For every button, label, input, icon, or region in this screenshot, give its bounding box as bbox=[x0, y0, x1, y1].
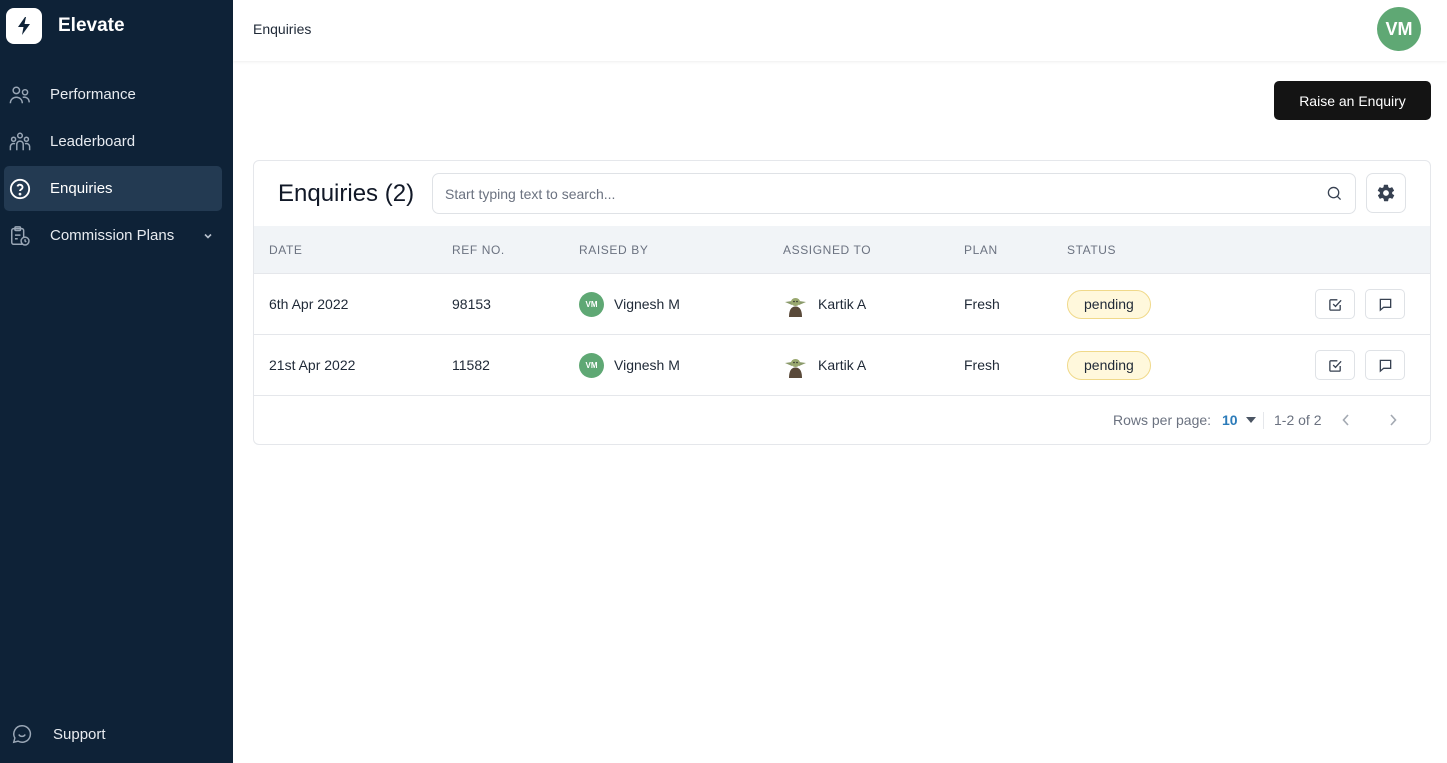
sidebar-item-performance[interactable]: Performance bbox=[4, 72, 222, 117]
sidebar-nav: Performance Leaderboard Enquiries Commis… bbox=[4, 72, 222, 260]
status-badge: pending bbox=[1067, 289, 1151, 319]
enquiries-card: Enquiries (2) DATE REF NO. RAISED BY ASS… bbox=[253, 160, 1431, 445]
raise-enquiry-button[interactable]: Raise an Enquiry bbox=[1274, 81, 1431, 120]
chevron-down-icon[interactable] bbox=[202, 229, 216, 243]
table-row[interactable]: 6th Apr 2022 98153 VM Vignesh M Kartik A… bbox=[254, 274, 1430, 335]
cell-raised-by: VM Vignesh M bbox=[579, 335, 680, 395]
column-header-raised-by[interactable]: RAISED BY bbox=[579, 243, 648, 257]
avatar: VM bbox=[579, 352, 604, 378]
comment-button[interactable] bbox=[1365, 350, 1405, 380]
cell-raised-by: VM Vignesh M bbox=[579, 274, 680, 334]
message-square-icon bbox=[1378, 358, 1393, 373]
column-header-status[interactable]: STATUS bbox=[1067, 243, 1116, 257]
cell-ref-no: 98153 bbox=[452, 296, 491, 312]
rows-per-page-select[interactable]: 10 bbox=[1222, 409, 1256, 431]
cell-ref-no: 11582 bbox=[452, 357, 490, 373]
table-row[interactable]: 21st Apr 2022 11582 VM Vignesh M Kartik … bbox=[254, 335, 1430, 396]
page-title: Enquiries bbox=[253, 21, 312, 37]
prev-page-button[interactable] bbox=[1335, 409, 1357, 431]
avatar bbox=[783, 352, 808, 378]
status-badge: pending bbox=[1067, 350, 1151, 380]
chat-bubble-icon bbox=[10, 722, 34, 746]
table-header: DATE REF NO. RAISED BY ASSIGNED TO PLAN … bbox=[254, 226, 1430, 274]
search-input[interactable] bbox=[433, 174, 1327, 213]
cell-status: pending bbox=[1067, 335, 1151, 395]
assigned-to-name: Kartik A bbox=[818, 357, 867, 373]
checkbox-check-icon bbox=[1328, 297, 1343, 312]
sidebar-item-label: Performance bbox=[50, 86, 136, 103]
avatar: VM bbox=[579, 291, 604, 317]
table-settings-button[interactable] bbox=[1366, 173, 1406, 213]
cell-status: pending bbox=[1067, 274, 1151, 334]
divider bbox=[1263, 412, 1264, 429]
enquiries-title: Enquiries (2) bbox=[278, 180, 415, 207]
raised-by-name: Vignesh M bbox=[614, 296, 680, 312]
cell-plan: Fresh bbox=[964, 357, 1000, 373]
gear-icon bbox=[1376, 183, 1396, 203]
sidebar-item-label: Leaderboard bbox=[50, 133, 136, 150]
avatar bbox=[783, 291, 808, 317]
column-header-plan[interactable]: PLAN bbox=[964, 243, 998, 257]
chevron-right-icon bbox=[1388, 413, 1398, 427]
assigned-to-name: Kartik A bbox=[818, 296, 867, 312]
sidebar-item-commission-plans[interactable]: Commission Plans bbox=[4, 213, 222, 258]
chevron-left-icon bbox=[1341, 413, 1351, 427]
cell-date: 6th Apr 2022 bbox=[269, 296, 349, 312]
message-square-icon bbox=[1378, 297, 1393, 312]
checkbox-check-icon bbox=[1328, 358, 1343, 373]
users-icon bbox=[8, 83, 32, 107]
support-label: Support bbox=[53, 725, 106, 743]
column-header-assigned-to[interactable]: ASSIGNED TO bbox=[783, 243, 871, 257]
support-link[interactable]: Support bbox=[10, 722, 106, 746]
rows-per-page-label: Rows per page: bbox=[1113, 412, 1212, 428]
help-circle-icon bbox=[8, 177, 32, 201]
cell-plan: Fresh bbox=[964, 296, 1000, 312]
raised-by-name: Vignesh M bbox=[614, 357, 680, 373]
comment-button[interactable] bbox=[1365, 289, 1405, 319]
sidebar-item-label: Enquiries bbox=[50, 180, 113, 197]
sidebar-item-enquiries[interactable]: Enquiries bbox=[4, 166, 222, 211]
sidebar-item-label: Commission Plans bbox=[50, 227, 175, 244]
clipboard-clock-icon bbox=[8, 224, 32, 248]
cell-assigned-to: Kartik A bbox=[783, 274, 866, 334]
rows-per-page-value: 10 bbox=[1222, 412, 1238, 428]
app-name: Elevate bbox=[58, 15, 125, 36]
resolve-button[interactable] bbox=[1315, 350, 1355, 380]
pagination: Rows per page: 10 1-2 of 2 bbox=[254, 397, 1430, 444]
page-range: 1-2 of 2 bbox=[1274, 412, 1322, 428]
sidebar: Elevate Performance Leaderboard Enquirie… bbox=[0, 0, 233, 763]
column-header-ref-no[interactable]: REF NO. bbox=[452, 243, 505, 257]
team-icon bbox=[8, 130, 32, 154]
column-header-date[interactable]: DATE bbox=[269, 243, 303, 257]
bolt-logo-icon bbox=[6, 8, 42, 44]
search-icon[interactable] bbox=[1327, 186, 1343, 202]
top-bar: Enquiries VM bbox=[233, 0, 1447, 61]
sidebar-item-leaderboard[interactable]: Leaderboard bbox=[4, 119, 222, 164]
brand[interactable]: Elevate bbox=[6, 8, 125, 44]
user-avatar[interactable]: VM bbox=[1377, 7, 1421, 51]
search-box bbox=[432, 173, 1356, 214]
cell-assigned-to: Kartik A bbox=[783, 335, 866, 395]
next-page-button[interactable] bbox=[1382, 409, 1404, 431]
resolve-button[interactable] bbox=[1315, 289, 1355, 319]
cell-date: 21st Apr 2022 bbox=[269, 357, 356, 373]
caret-down-icon bbox=[1245, 417, 1256, 423]
